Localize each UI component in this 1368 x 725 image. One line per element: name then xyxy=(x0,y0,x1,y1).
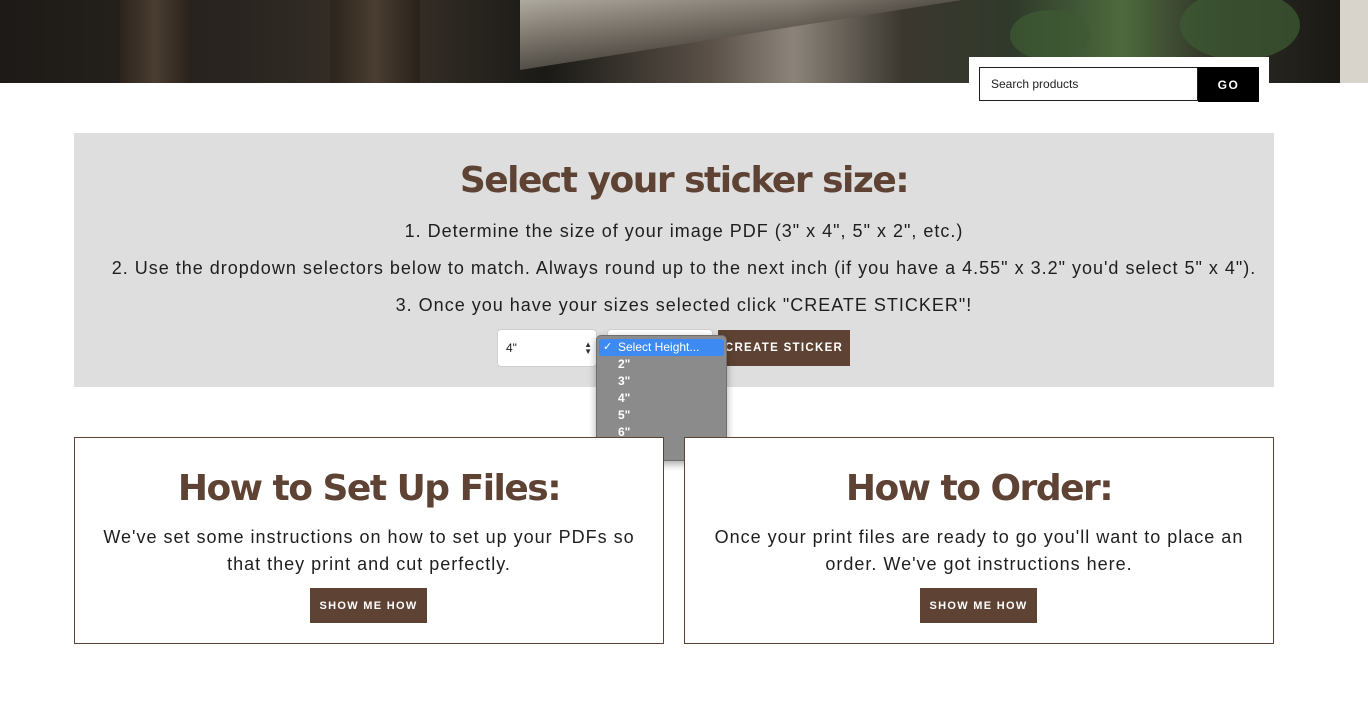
height-option[interactable]: 3" xyxy=(597,373,726,390)
card-text: Once your print files are ready to go yo… xyxy=(714,527,1244,574)
step-one-text: 1. Determine the size of your image PDF … xyxy=(404,221,964,241)
create-sticker-button[interactable]: CREATE STICKER xyxy=(718,330,850,366)
height-option[interactable]: 4" xyxy=(597,390,726,407)
card-title: How to Set Up Files: xyxy=(177,468,562,509)
checkmark-icon: ✓ xyxy=(603,341,613,353)
width-select-value: 4" xyxy=(506,341,517,355)
tree-trunk-shape xyxy=(1340,0,1368,83)
width-select[interactable]: 4" ▲ ▼ xyxy=(497,329,597,367)
how-to-order-card: How to Order: Once your print files are … xyxy=(684,437,1274,644)
height-option-label: Select Height... xyxy=(618,340,700,354)
search-bar: GO xyxy=(969,57,1269,113)
show-me-how-button[interactable]: SHOW ME HOW xyxy=(920,588,1037,623)
card-title: How to Order: xyxy=(845,468,1114,509)
show-me-how-button[interactable]: SHOW ME HOW xyxy=(310,588,427,623)
select-arrows-icon: ▲ ▼ xyxy=(584,340,592,356)
step-two-text: 2. Use the dropdown selectors below to m… xyxy=(111,258,1257,278)
step-three-text: 3. Once you have your sizes selected cli… xyxy=(395,295,973,315)
height-option[interactable]: 5" xyxy=(597,407,726,424)
tree-trunk-shape xyxy=(330,0,420,83)
setup-files-card: How to Set Up Files: We've set some inst… xyxy=(74,437,664,644)
tree-trunk-shape xyxy=(120,0,190,83)
foliage-shape xyxy=(1010,10,1090,60)
search-input[interactable] xyxy=(979,67,1198,101)
card-text: We've set some instructions on how to se… xyxy=(103,527,635,574)
panel-title: Select your sticker size: xyxy=(459,160,910,201)
fallen-log-shape xyxy=(520,0,1040,70)
height-option[interactable]: ✓ Select Height... xyxy=(599,339,724,356)
height-option[interactable]: 2" xyxy=(597,356,726,373)
search-go-button[interactable]: GO xyxy=(1198,67,1259,102)
foliage-shape xyxy=(1180,0,1300,60)
